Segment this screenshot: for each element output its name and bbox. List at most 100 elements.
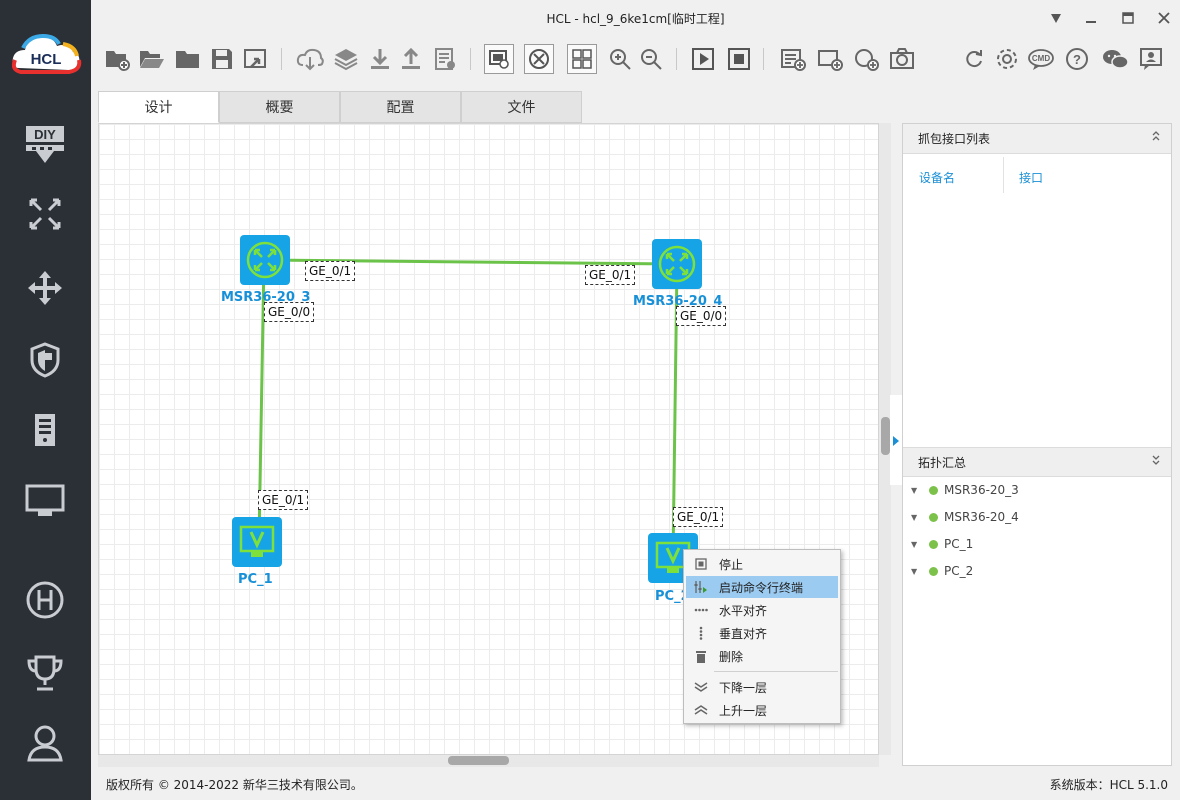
- expand-arrow-icon[interactable]: ▼: [911, 567, 929, 576]
- folder-icon[interactable]: [173, 44, 203, 74]
- tab-files[interactable]: 文件: [461, 91, 582, 123]
- vertical-scroll-thumb[interactable]: [881, 417, 890, 455]
- port-label[interactable]: GE_0/1: [673, 507, 724, 527]
- refresh-icon[interactable]: [959, 44, 989, 74]
- start-all-icon[interactable]: [688, 44, 718, 74]
- tree-item-msr36-20-4[interactable]: ▼ MSR36-20_4: [911, 507, 1019, 527]
- hcl-logo: HCL: [9, 30, 83, 80]
- menu-item-start-terminal[interactable]: 启动命令行终端: [686, 576, 838, 598]
- layer-down-icon: [686, 681, 716, 693]
- menu-item-align-horizontal[interactable]: 水平对齐: [686, 599, 838, 621]
- collapse-icon[interactable]: [1151, 124, 1161, 154]
- wechat-icon[interactable]: [1100, 44, 1130, 74]
- svg-text:CMD: CMD: [1032, 54, 1050, 63]
- open-project-icon[interactable]: [137, 44, 167, 74]
- port-label[interactable]: GE_0/1: [258, 490, 309, 510]
- toolbar: CMD ?: [91, 36, 1180, 84]
- export-icon[interactable]: [241, 44, 271, 74]
- upload-icon[interactable]: [396, 44, 426, 74]
- column-divider: [1003, 157, 1004, 193]
- expand-arrow-icon[interactable]: ▼: [911, 486, 929, 495]
- dropdown-icon[interactable]: [1046, 8, 1066, 28]
- pc-icon: [239, 525, 275, 557]
- add-circle-icon[interactable]: [851, 44, 881, 74]
- align-horizontal-icon: [686, 608, 716, 612]
- status-dot: [929, 512, 938, 522]
- network-icon[interactable]: [22, 191, 68, 237]
- menu-item-layer-up[interactable]: 上升一层: [686, 699, 838, 721]
- add-list-icon[interactable]: [778, 44, 808, 74]
- close-icon[interactable]: [1154, 8, 1174, 28]
- copyright-text: 版权所有 © 2014-2022 新华三技术有限公司。: [106, 778, 363, 792]
- menu-item-align-vertical[interactable]: 垂直对齐: [686, 622, 838, 644]
- pc-1[interactable]: [232, 517, 282, 567]
- router-msr36-20-3[interactable]: [240, 235, 290, 285]
- trophy-icon[interactable]: [22, 650, 68, 696]
- download-icon[interactable]: [365, 44, 395, 74]
- port-label[interactable]: GE_0/1: [305, 261, 356, 281]
- menu-item-layer-down[interactable]: 下降一层: [686, 676, 838, 698]
- toolbar-separator: [763, 48, 764, 70]
- move-icon[interactable]: [22, 265, 68, 311]
- stop-all-icon[interactable]: [724, 44, 754, 74]
- show-interface-icon[interactable]: [484, 44, 514, 74]
- feedback-icon[interactable]: [1136, 44, 1166, 74]
- monitor-icon[interactable]: [22, 478, 68, 524]
- context-menu: 停止 启动命令行终端 水平对齐 垂直对齐 删除 下降一层 上升一层: [683, 549, 841, 724]
- cloud-download-icon[interactable]: [295, 44, 325, 74]
- user-icon[interactable]: [22, 720, 68, 766]
- menu-item-stop[interactable]: 停止: [686, 553, 838, 575]
- tab-design[interactable]: 设计: [98, 91, 219, 123]
- tree-item-pc-1[interactable]: ▼ PC_1: [911, 534, 973, 554]
- h-logo-icon[interactable]: [22, 577, 68, 623]
- expand-arrow-icon[interactable]: ▼: [911, 513, 929, 522]
- layer-up-icon: [686, 704, 716, 716]
- status-dot: [929, 485, 938, 495]
- new-project-icon[interactable]: [103, 44, 133, 74]
- tab-config[interactable]: 配置: [340, 91, 461, 123]
- tree-item-msr36-20-3[interactable]: ▼ MSR36-20_3: [911, 480, 1019, 500]
- menu-separator: [714, 671, 838, 672]
- maximize-icon[interactable]: [1118, 8, 1138, 28]
- align-vertical-icon: [686, 626, 716, 640]
- settings-gear-icon[interactable]: [992, 44, 1022, 74]
- router-msr36-20-4[interactable]: [652, 239, 702, 289]
- horizontal-scroll-thumb[interactable]: [448, 756, 509, 765]
- port-label[interactable]: GE_0/1: [585, 265, 636, 285]
- expand-arrow-icon[interactable]: ▼: [911, 540, 929, 549]
- tree-item-pc-2[interactable]: ▼ PC_2: [911, 561, 973, 581]
- left-sidebar: HCL DIY: [0, 0, 91, 800]
- capture-panel-header: 抓包接口列表: [903, 124, 1171, 154]
- camera-icon[interactable]: [887, 44, 917, 74]
- grid-view-icon[interactable]: [567, 44, 597, 74]
- summary-panel-header: 拓扑汇总: [903, 447, 1171, 477]
- cmd-icon[interactable]: CMD: [1026, 44, 1056, 74]
- device-label: PC_1: [238, 572, 273, 587]
- column-interface[interactable]: 接口: [1019, 169, 1043, 186]
- device-mode-icon[interactable]: [524, 44, 554, 74]
- port-label[interactable]: GE_0/0: [264, 302, 315, 322]
- document-icon[interactable]: [430, 44, 460, 74]
- port-label[interactable]: GE_0/0: [676, 306, 727, 326]
- stop-icon: [686, 558, 716, 570]
- save-icon[interactable]: [207, 44, 237, 74]
- layers-icon[interactable]: [331, 44, 361, 74]
- toolbar-separator: [281, 48, 282, 70]
- zoom-in-icon[interactable]: [605, 44, 635, 74]
- help-icon[interactable]: ?: [1062, 44, 1092, 74]
- column-device-name[interactable]: 设备名: [919, 169, 955, 186]
- zoom-out-icon[interactable]: [636, 44, 666, 74]
- tab-overview[interactable]: 概要: [219, 91, 340, 123]
- svg-text:DIY: DIY: [34, 127, 56, 142]
- shield-icon[interactable]: [22, 337, 68, 383]
- minimize-icon[interactable]: [1081, 8, 1101, 28]
- window-title: HCL - hcl_9_6ke1cm[临时工程]: [546, 12, 725, 26]
- toolbar-separator: [470, 48, 471, 70]
- collapse-icon[interactable]: [1151, 448, 1161, 478]
- title-bar: HCL - hcl_9_6ke1cm[临时工程]: [91, 0, 1180, 36]
- diy-icon[interactable]: DIY: [22, 121, 68, 167]
- add-rectangle-icon[interactable]: [815, 44, 845, 74]
- panel-toggle-handle[interactable]: [890, 395, 902, 485]
- server-icon[interactable]: [22, 407, 68, 453]
- menu-item-delete[interactable]: 删除: [686, 645, 838, 667]
